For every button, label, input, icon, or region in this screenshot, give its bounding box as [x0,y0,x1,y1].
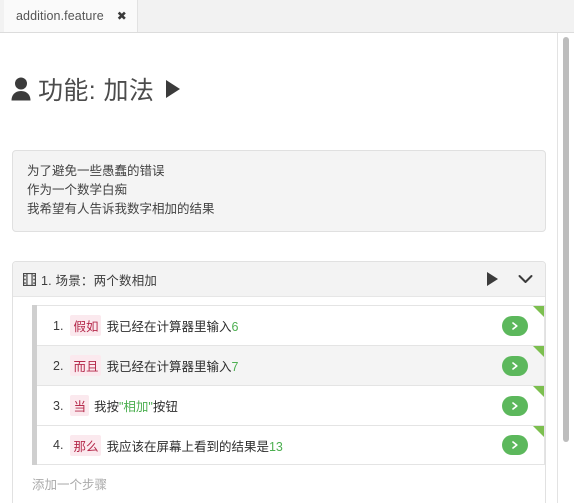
add-step-placeholder[interactable]: 添加一个步骤 [13,465,545,503]
step-keyword: 而且 [70,355,102,376]
table-row[interactable]: 2. 而且 我已经在计算器里输入7 [37,345,545,385]
step-keyword: 当 [70,395,89,416]
feature-title-row: 功能: 加法 [10,70,181,108]
step-status-flag [533,426,544,437]
run-step-button[interactable] [502,315,528,336]
steps-container: 1. 假如 我已经在计算器里输入6 2. 而且 我已经在计算器里输入7 3. 当… [13,297,545,503]
step-number: 4. [53,438,64,452]
step-status-flag [533,386,544,397]
play-icon[interactable] [487,272,498,286]
film-strip-icon [23,272,36,286]
chevron-down-icon[interactable] [518,274,533,284]
step-number: 2. [53,358,64,373]
table-row[interactable]: 3. 当 我按"相加"按钮 [37,385,545,425]
tab-addition-feature[interactable]: addition.feature ✖ [4,0,138,32]
description-line: 为了避免一些愚蠢的错误 [27,164,165,178]
tab-bar: addition.feature ✖ [0,0,574,33]
play-icon[interactable] [166,80,181,98]
step-status-flag [533,306,544,317]
scenario-card: 1. 场景：两个数相加 1. 假如 我已经在计算器里输入6 2. 而且 我已经在… [12,261,546,503]
person-icon [11,77,31,101]
page-title: 功能: 加法 [38,77,155,105]
step-number: 3. [53,398,64,413]
close-icon[interactable]: ✖ [117,10,127,22]
feature-description[interactable]: 为了避免一些愚蠢的错误 作为一个数学白痴 我希望有人告诉我数字相加的结果 [12,150,546,232]
scrollbar[interactable] [561,33,571,503]
steps-gutter: 1. 假如 我已经在计算器里输入6 2. 而且 我已经在计算器里输入7 3. 当… [32,305,545,465]
step-text: 我已经在计算器里输入7 [106,360,239,374]
step-text: 我已经在计算器里输入6 [106,320,239,334]
editor-surface: 功能: 加法 为了避免一些愚蠢的错误 作为一个数学白痴 我希望有人告诉我数字相加… [0,33,558,503]
run-step-button[interactable] [502,395,528,416]
step-keyword: 那么 [70,434,102,456]
table-row[interactable]: 4. 那么 我应该在屏幕上看到的结果是13 [37,425,545,465]
run-step-button[interactable] [502,355,528,376]
step-text: 我应该在屏幕上看到的结果是13 [106,439,283,454]
scenario-header[interactable]: 1. 场景：两个数相加 [13,262,545,297]
description-line: 我希望有人告诉我数字相加的结果 [27,202,215,216]
run-step-button[interactable] [502,435,528,455]
tab-label: addition.feature [16,9,104,23]
description-line: 作为一个数学白痴 [27,183,128,197]
step-keyword: 假如 [70,315,102,336]
scrollbar-thumb[interactable] [563,37,569,442]
table-row[interactable]: 1. 假如 我已经在计算器里输入6 [37,305,545,345]
step-number: 1. [53,318,64,333]
feature-editor-window: addition.feature ✖ 功能: 加法 为了避免一些愚蠢的错误 作为… [0,0,574,503]
step-status-flag [533,346,544,357]
step-text: 我按"相加"按钮 [93,400,178,414]
scenario-title: 1. 场景：两个数相加 [41,273,158,288]
